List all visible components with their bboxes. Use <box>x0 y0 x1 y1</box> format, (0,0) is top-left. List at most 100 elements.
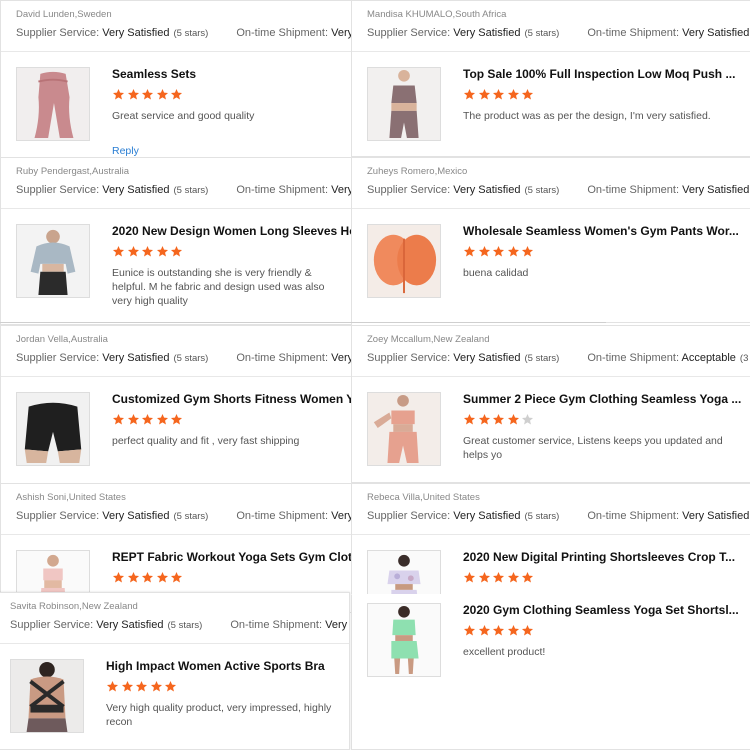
on-time-shipment-value: Very Sa <box>331 510 352 522</box>
star-filled-icon <box>127 245 140 258</box>
star-filled-icon <box>507 88 520 101</box>
reply-link[interactable]: Reply <box>112 145 139 157</box>
star-filled-icon <box>112 245 125 258</box>
on-time-shipment-value: Acceptable <box>681 352 736 364</box>
on-time-shipment-value: Very Satisfied <box>682 27 750 39</box>
star-filled-icon <box>521 245 534 258</box>
review-card: Mandisa KHUMALO,South Africa Supplier Ser… <box>351 0 750 157</box>
supplier-service-stars: (5 stars) <box>167 620 203 631</box>
pink-leggings-icon[interactable] <box>16 67 90 141</box>
orange-gym-pants-icon[interactable] <box>367 224 441 298</box>
on-time-shipment-value: Very Sa <box>331 184 352 196</box>
star-filled-icon <box>150 680 163 693</box>
card-divider <box>1 51 351 52</box>
review-comment: The product was as per the design, I'm v… <box>463 110 711 122</box>
divider <box>0 322 606 323</box>
reviewer-name: Ashish Soni,United States <box>16 492 126 503</box>
product-title[interactable]: REPT Fabric Workout Yoga Sets Gym Clothe… <box>112 550 351 564</box>
supplier-service-stars: (5 stars) <box>173 353 209 364</box>
star-filled-icon <box>492 571 505 584</box>
star-filled-icon <box>127 88 140 101</box>
on-time-shipment-label: On-time Shipment: <box>587 352 682 364</box>
star-filled-icon <box>112 571 125 584</box>
product-title[interactable]: Wholesale Seamless Women's Gym Pants Wor… <box>463 224 739 238</box>
review-comment: Great customer service, Listens keeps yo… <box>463 435 723 461</box>
star-filled-icon <box>156 245 169 258</box>
service-ratings: Supplier Service: Very Satisfied (5 stars… <box>16 184 352 196</box>
star-filled-icon <box>478 571 491 584</box>
card-divider <box>352 376 750 377</box>
product-title[interactable]: Customized Gym Shorts Fitness Women Yoga <box>112 392 351 406</box>
product-title[interactable]: Top Sale 100% Full Inspection Low Moq Pu… <box>463 67 735 81</box>
supplier-service-label: Supplier Service: <box>10 619 97 631</box>
supplier-service-label: Supplier Service: <box>16 184 103 196</box>
mauve-sports-set-icon[interactable] <box>367 67 441 141</box>
supplier-service-stars: (5 stars) <box>524 353 560 364</box>
card-divider <box>1 208 351 209</box>
supplier-service-value: Very Satisfied <box>453 510 521 522</box>
star-filled-icon <box>521 571 534 584</box>
star-filled-icon <box>478 88 491 101</box>
mint-yoga-set-icon[interactable] <box>367 603 441 677</box>
star-filled-icon <box>141 88 154 101</box>
product-title[interactable]: Seamless Sets <box>112 67 196 81</box>
star-filled-icon <box>492 624 505 637</box>
star-filled-icon <box>156 413 169 426</box>
supplier-service-value: Very Satisfied <box>453 27 521 39</box>
sports-bra-back-icon[interactable] <box>10 659 84 733</box>
review-card: Ruby Pendergast,Australia Supplier Servic… <box>0 157 352 325</box>
star-filled-icon <box>170 571 183 584</box>
star-filled-icon <box>492 245 505 258</box>
product-title[interactable]: High Impact Women Active Sports Bra <box>106 659 325 673</box>
product-title[interactable]: Summer 2 Piece Gym Clothing Seamless Yog… <box>463 392 741 406</box>
on-time-shipment-value: Very Satisfied <box>682 184 750 196</box>
service-ratings: Supplier Service: Very Satisfied (5 stars… <box>367 27 750 39</box>
star-rating <box>112 413 185 427</box>
star-filled-icon <box>135 680 148 693</box>
star-filled-icon <box>156 571 169 584</box>
product-title[interactable]: 2020 New Digital Printing Shortsleeves C… <box>463 550 735 564</box>
supplier-service-label: Supplier Service: <box>367 352 454 364</box>
supplier-service-stars: (5 stars) <box>524 511 560 522</box>
reviewer-name: Ruby Pendergast,Australia <box>16 166 130 177</box>
on-time-shipment-value: Very Sati <box>325 619 349 631</box>
star-rating <box>463 624 536 638</box>
star-filled-icon <box>112 413 125 426</box>
star-filled-icon <box>106 680 119 693</box>
review-card: David Lunden,Sweden Supplier Service: Ver… <box>0 0 352 162</box>
supplier-service-value: Very Satisfied <box>102 510 170 522</box>
star-filled-icon <box>507 624 520 637</box>
product-title[interactable]: 2020 New Design Women Long Sleeves Hood <box>112 224 351 238</box>
star-rating <box>112 245 185 259</box>
star-filled-icon <box>463 245 476 258</box>
star-filled-icon <box>521 88 534 101</box>
star-rating <box>463 413 536 427</box>
service-ratings: Supplier Service: Very Satisfied (5 stars… <box>16 27 351 39</box>
star-empty-icon <box>521 413 534 426</box>
supplier-service-value: Very Satisfied <box>102 352 170 364</box>
grey-hoodie-icon[interactable] <box>16 224 90 298</box>
card-divider <box>352 534 750 535</box>
peach-two-piece-icon[interactable] <box>367 392 441 466</box>
card-divider <box>1 376 351 377</box>
service-ratings: Supplier Service: Very Satisfied (5 stars… <box>367 510 750 522</box>
star-filled-icon <box>156 88 169 101</box>
star-filled-icon <box>127 571 140 584</box>
star-filled-icon <box>463 413 476 426</box>
on-time-shipment-label: On-time Shipment: <box>236 184 332 196</box>
black-shorts-icon[interactable] <box>16 392 90 466</box>
card-divider <box>0 643 349 644</box>
on-time-shipment-label: On-time Shipment: <box>587 27 683 39</box>
supplier-service-label: Supplier Service: <box>16 352 103 364</box>
supplier-service-value: Very Satisfied <box>102 27 170 39</box>
star-filled-icon <box>170 245 183 258</box>
review-comment: buena calidad <box>463 267 529 279</box>
star-filled-icon <box>507 571 520 584</box>
review-card: Zoey Mccallum,New Zealand Supplier Servic… <box>351 325 750 483</box>
on-time-shipment-label: On-time Shipment: <box>236 352 332 364</box>
star-filled-icon <box>141 571 154 584</box>
reviewer-name: Zoey Mccallum,New Zealand <box>367 334 490 345</box>
product-title[interactable]: 2020 Gym Clothing Seamless Yoga Set Shor… <box>463 603 739 617</box>
review-card: Zuheys Romero,Mexico Supplier Service: Ve… <box>351 157 750 323</box>
star-rating <box>463 88 536 102</box>
